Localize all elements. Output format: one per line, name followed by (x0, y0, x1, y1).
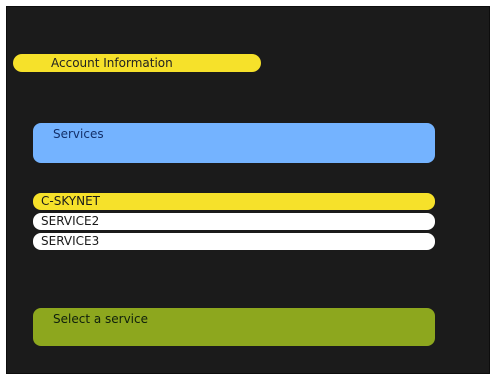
status-panel: Select a service (33, 308, 435, 346)
services-panel-label: Services (53, 127, 104, 141)
services-panel: Services (33, 123, 435, 163)
service-item-label: SERVICE2 (41, 214, 100, 228)
status-message: Select a service (53, 312, 148, 326)
service-item-c-skynet[interactable]: C-SKYNET (33, 193, 435, 210)
service-item-service3[interactable]: SERVICE3 (33, 233, 435, 250)
service-item-label: C-SKYNET (41, 194, 100, 208)
service-item-label: SERVICE3 (41, 234, 100, 248)
service-item-service2[interactable]: SERVICE2 (33, 213, 435, 230)
page-title-label: Account Information (51, 56, 173, 70)
service-list: C-SKYNET SERVICE2 SERVICE3 (33, 193, 435, 253)
page-title: Account Information (13, 54, 261, 72)
tv-screen: Account Information Services C-SKYNET SE… (6, 6, 490, 374)
